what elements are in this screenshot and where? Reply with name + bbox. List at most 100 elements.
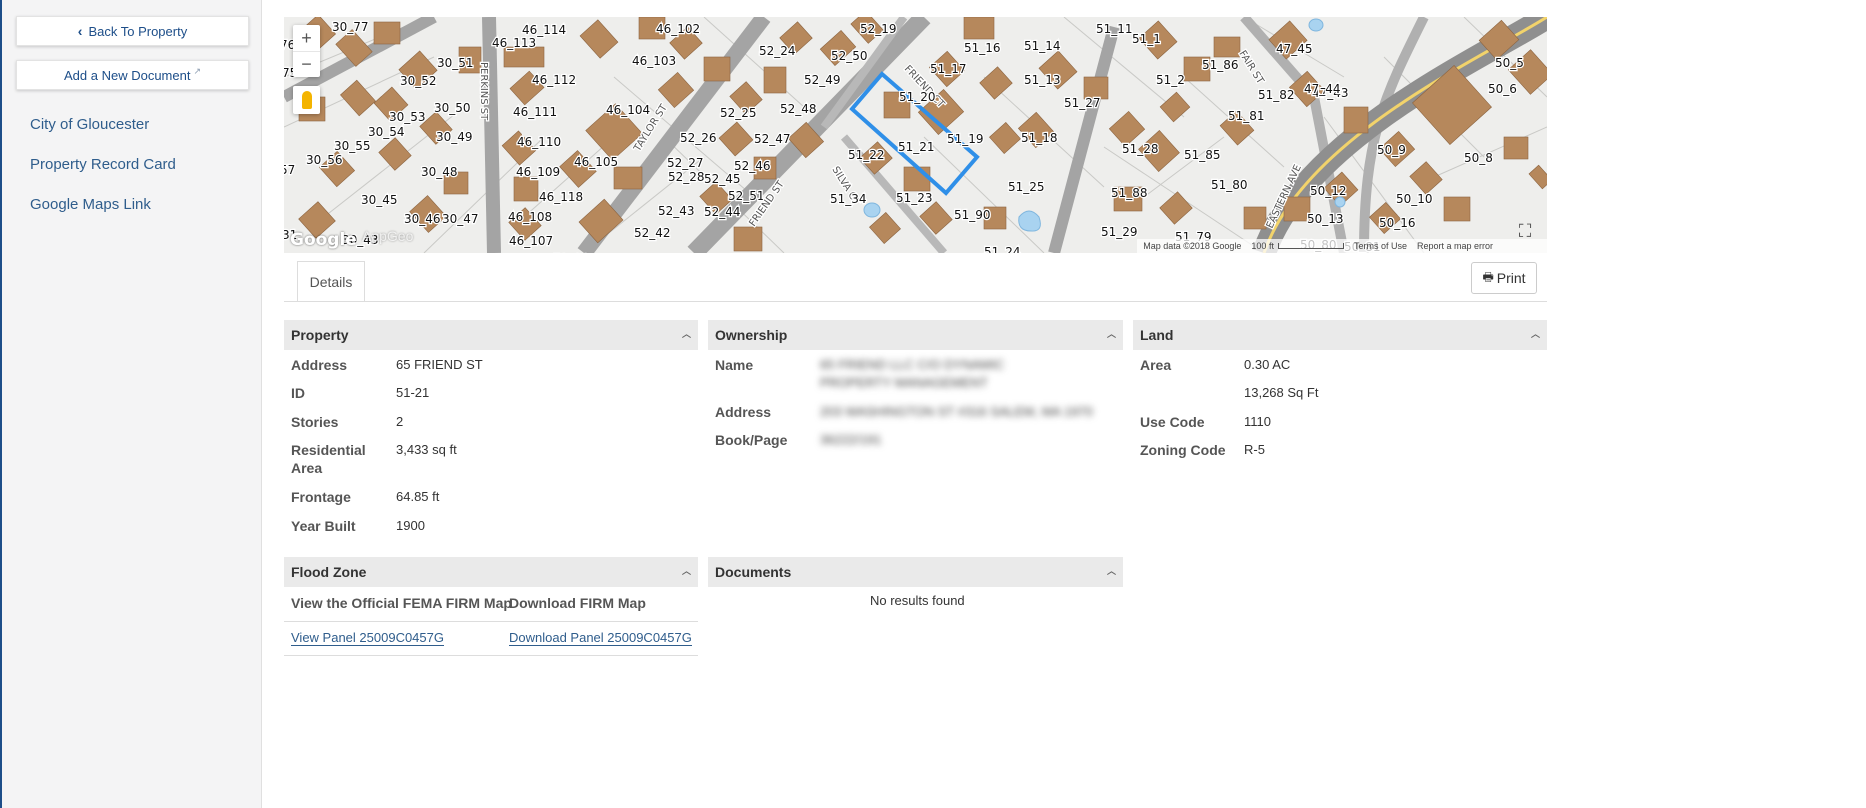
chevron-up-icon[interactable]: ︿ (1107, 564, 1116, 577)
map-label: 51_82 (1258, 88, 1295, 102)
map-label: 51_20 (899, 90, 936, 104)
ownership-panel-title: Ownership (715, 327, 788, 343)
chevron-up-icon[interactable]: ︿ (1531, 327, 1540, 340)
building (613, 166, 643, 190)
sidebar-link-google-maps[interactable]: Google Maps Link (30, 196, 151, 213)
report-map-error-link[interactable]: Report a map error (1417, 241, 1493, 251)
sidebar-link-city[interactable]: City of Gloucester (30, 116, 149, 133)
property-id-value: 51-21 (396, 385, 430, 400)
building (963, 17, 995, 40)
property-frontage-label: Frontage (291, 489, 351, 505)
map-label: 30_52 (400, 74, 437, 88)
flood-zone-panel-header[interactable]: Flood Zone ︿ (284, 557, 698, 587)
owner-address-label: Address (715, 404, 772, 420)
book-page-value: 36222/191 (820, 432, 882, 447)
owner-address-value: 203 WASHINGTON ST #316 SALEM, MA 1970 (820, 404, 1093, 419)
street-view-pegman-icon[interactable] (293, 86, 320, 114)
flood-table-bottom (284, 655, 698, 656)
zoom-out-button[interactable]: − (293, 51, 320, 77)
ownership-panel-header[interactable]: Ownership ︿ (708, 320, 1123, 350)
land-area-acres: 0.30 AC (1244, 357, 1291, 372)
map-scale: 100 ft (1251, 241, 1344, 251)
map-label: 51_28 (1122, 142, 1159, 156)
map-label: 51_85 (1184, 148, 1221, 162)
land-panel-title: Land (1140, 327, 1174, 343)
print-button[interactable]: 🖶 Print (1471, 262, 1537, 294)
map-data-credit: Map data ©2018 Google (1143, 241, 1242, 251)
map-label: 30_47 (442, 212, 479, 226)
back-to-property-button[interactable]: ‹ Back To Property (16, 16, 249, 46)
map-label: 52_48 (780, 102, 817, 116)
building (733, 226, 763, 252)
building (903, 166, 931, 192)
map-label: 30_54 (368, 125, 405, 139)
zoom-in-button[interactable]: + (293, 25, 320, 51)
map-label: 50_16 (1379, 216, 1416, 230)
map-label: 52_43 (658, 204, 695, 218)
building (1343, 106, 1369, 134)
parcel-map[interactable]: 7630_7746_11346_11446_10252_1951_1147_45… (284, 17, 1547, 253)
add-document-button[interactable]: Add a New Document ↗ (16, 60, 249, 90)
property-address-value: 65 FRIEND ST (396, 357, 483, 372)
map-label: 51_14 (1024, 39, 1061, 53)
property-residential-area-label: Residential Area (291, 442, 366, 476)
building (718, 121, 754, 157)
property-id-label: ID (291, 385, 305, 401)
map-label: 51_16 (964, 41, 1001, 55)
appgeo-watermark: AppGeo (362, 228, 414, 244)
map-label: 46_114 (522, 23, 566, 37)
documents-panel-header[interactable]: Documents ︿ (708, 557, 1123, 587)
map-label: 30_53 (389, 110, 426, 124)
download-firm-column-header: Download FIRM Map (509, 595, 646, 611)
map-label: 51_13 (1024, 73, 1061, 87)
map-label: 30_48 (421, 165, 458, 179)
map-label: 46_110 (517, 135, 561, 149)
view-panel-link[interactable]: View Panel 25009C0457G (291, 630, 444, 646)
map-canvas: 7630_7746_11346_11446_10252_1951_1147_45… (284, 17, 1547, 253)
map-label: 46_118 (539, 190, 583, 204)
sidebar-link-record-card[interactable]: Property Record Card (30, 156, 176, 173)
building (703, 56, 731, 82)
tab-details[interactable]: Details (297, 261, 365, 302)
map-label: 46_111 (513, 105, 557, 119)
map-label: 30_45 (361, 193, 398, 207)
map-label: 51_27 (1064, 96, 1101, 110)
map-label: 46_109 (516, 165, 560, 179)
map-label: 30_50 (434, 101, 471, 115)
map-label: 51_80 (1211, 178, 1248, 192)
map-label: 30_56 (306, 153, 343, 167)
map-label: 51_23 (896, 191, 933, 205)
terms-of-use-link[interactable]: Terms of Use (1354, 241, 1407, 251)
map-label: 30_49 (436, 130, 473, 144)
map-label: 52_44 (704, 205, 741, 219)
map-label: 52_29 (553, 252, 590, 253)
map-label: 51_1 (1132, 32, 1161, 46)
map-label: 50_13 (1307, 212, 1344, 226)
building (340, 79, 376, 117)
map-label: 52_19 (860, 22, 897, 36)
land-panel-header[interactable]: Land ︿ (1133, 320, 1547, 350)
pond (1334, 196, 1346, 208)
fema-map-column-header: View the Official FEMA FIRM Map (291, 595, 512, 611)
building (989, 122, 1021, 154)
map-label: 46_103 (632, 54, 676, 68)
flood-zone-panel-title: Flood Zone (291, 564, 367, 580)
map-label: 51_21 (898, 140, 935, 154)
chevron-up-icon[interactable]: ︿ (682, 564, 691, 577)
chevron-up-icon[interactable]: ︿ (682, 327, 691, 340)
map-label: 51_24 (984, 245, 1021, 253)
map-label: 46_113 (492, 36, 536, 50)
building (1503, 136, 1529, 160)
map-label: 46_112 (532, 73, 576, 87)
map-label: 51_90 (954, 208, 991, 222)
download-panel-link[interactable]: Download Panel 25009C0457G (509, 630, 692, 646)
google-logo: Google (290, 230, 357, 250)
lot-line (923, 136, 1045, 253)
zoning-code-value: R-5 (1244, 442, 1265, 457)
chevron-up-icon[interactable]: ︿ (1107, 327, 1116, 340)
external-link-icon: ↗ (193, 65, 201, 76)
back-to-property-label: Back To Property (88, 23, 188, 39)
property-panel-header[interactable]: Property ︿ (284, 320, 698, 350)
use-code-value: 1110 (1244, 414, 1271, 429)
building (1159, 191, 1193, 225)
